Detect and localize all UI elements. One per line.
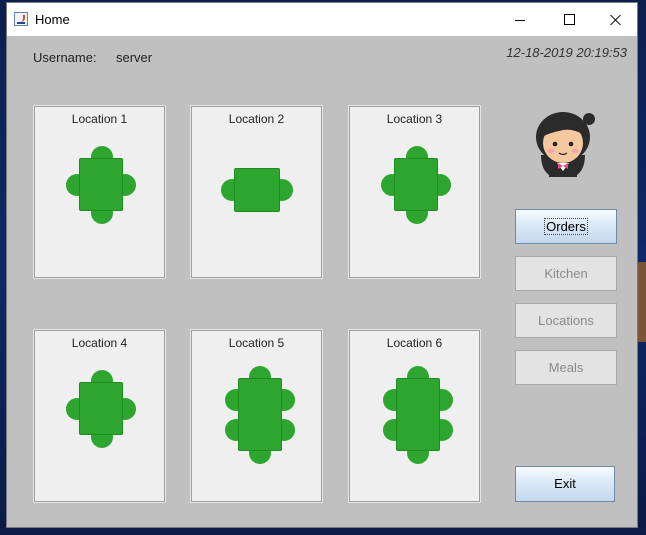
locations-button[interactable]: Locations [515,303,617,338]
location-card-4[interactable]: Location 4 [33,329,166,503]
username-label: Username: [33,50,97,65]
java-app-icon [14,12,28,26]
home-window: Home Username: server 12-18-2019 20:19:5… [6,2,638,528]
close-button[interactable] [593,3,639,36]
location-card-1[interactable]: Location 1 [33,105,166,279]
location-card-5[interactable]: Location 5 [190,329,323,503]
maximize-button[interactable] [547,3,593,36]
window-title: Home [35,12,70,27]
desktop-background-strip [638,262,646,342]
minimize-button[interactable] [497,3,543,36]
exit-button[interactable]: Exit [515,466,615,502]
location-title: Location 6 [386,336,443,350]
two-seat-table-icon [221,168,293,212]
location-card-2[interactable]: Location 2 [190,105,323,279]
location-card-3[interactable]: Location 3 [348,105,481,279]
four-seat-table-icon [381,146,451,224]
username-value: server [116,50,153,65]
six-seat-table-icon [225,366,295,464]
title-bar: Home [7,3,637,36]
location-title: Location 1 [71,112,128,126]
location-title: Location 5 [228,336,285,350]
kitchen-button[interactable]: Kitchen [515,256,617,291]
waiter-avatar-icon [536,112,595,177]
four-seat-table-icon [66,370,136,448]
location-title: Location 2 [228,112,285,126]
location-title: Location 4 [71,336,128,350]
datetime-display: 12-18-2019 20:19:53 [506,45,627,60]
six-seat-table-icon [383,366,453,464]
orders-button[interactable]: Orders [515,209,617,244]
four-seat-table-icon [66,146,136,224]
location-title: Location 3 [386,112,443,126]
location-card-6[interactable]: Location 6 [348,329,481,503]
meals-button[interactable]: Meals [515,350,617,385]
